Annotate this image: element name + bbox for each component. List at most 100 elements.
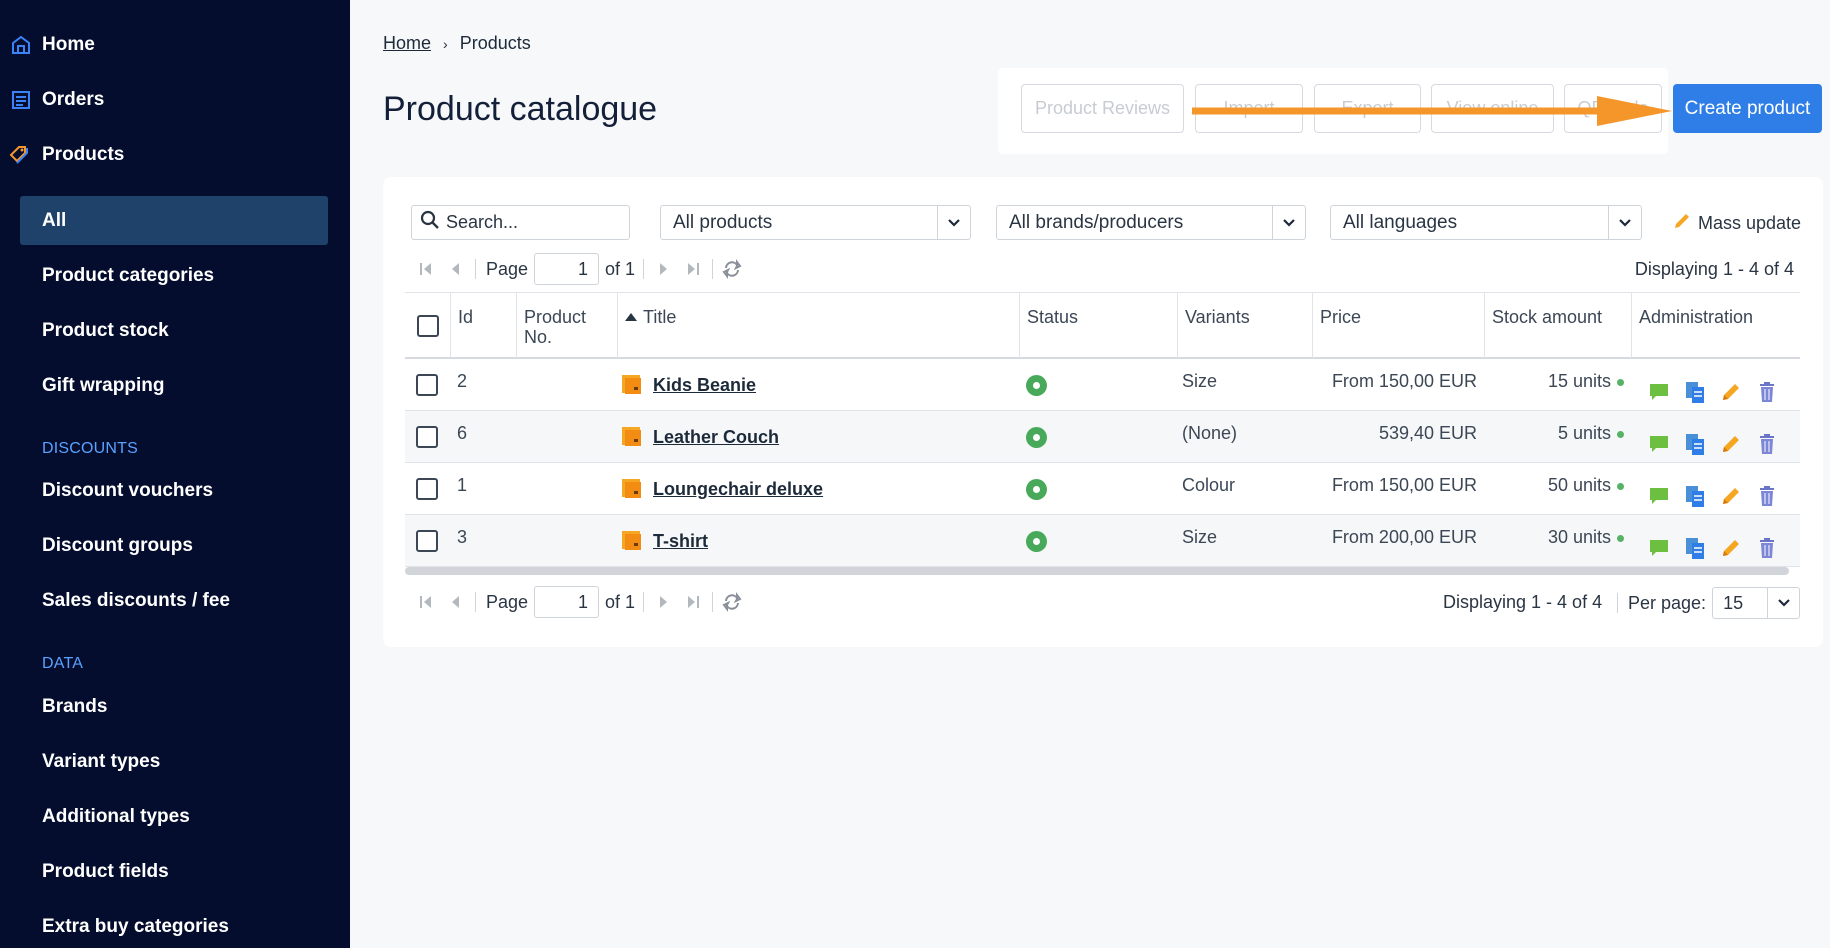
prev-page-icon[interactable] xyxy=(441,254,471,284)
next-page-icon[interactable] xyxy=(648,587,678,617)
product-box-icon xyxy=(620,372,644,401)
mass-update-button[interactable]: Mass update xyxy=(1672,211,1801,236)
next-page-icon[interactable] xyxy=(648,254,678,284)
stock-amount: 5 units xyxy=(1557,423,1611,443)
sidebar-item-all[interactable]: All xyxy=(20,196,328,245)
chevron-down-icon[interactable] xyxy=(1608,206,1641,239)
first-page-icon[interactable] xyxy=(411,254,441,284)
comment-icon[interactable] xyxy=(1648,432,1670,456)
col-variants[interactable]: Variants xyxy=(1177,293,1312,358)
product-title-link[interactable]: Kids Beanie xyxy=(653,372,756,396)
breadcrumb-home-link[interactable]: Home xyxy=(383,33,431,54)
trash-icon[interactable] xyxy=(1756,380,1778,404)
stock-status-icon xyxy=(1617,378,1624,386)
search-input[interactable]: Search... xyxy=(446,212,518,233)
col-id[interactable]: Id xyxy=(450,293,516,358)
copy-icon[interactable] xyxy=(1684,536,1706,560)
sidebar-item-extra-buy-categories[interactable]: Extra buy categories xyxy=(20,902,328,948)
page-input[interactable]: 1 xyxy=(534,586,600,618)
product-reviews-button[interactable]: Product Reviews xyxy=(1021,84,1184,133)
page-input[interactable]: 1 xyxy=(534,253,600,285)
table-row[interactable]: 3 T-shirt Size From 200,00 EUR 30 units xyxy=(405,515,1800,567)
sidebar-item-additional-types[interactable]: Additional types xyxy=(20,792,328,841)
sidebar-item-brands[interactable]: Brands xyxy=(20,682,328,731)
comment-icon[interactable] xyxy=(1648,536,1670,560)
edit-icon[interactable] xyxy=(1720,536,1742,560)
col-title-label: Title xyxy=(643,307,677,327)
create-product-button[interactable]: Create product xyxy=(1673,84,1822,133)
product-title-link[interactable]: Leather Couch xyxy=(653,424,779,448)
comment-icon[interactable] xyxy=(1648,484,1670,508)
col-product-no[interactable]: Product No. xyxy=(516,293,617,358)
chevron-down-icon[interactable] xyxy=(1272,206,1305,239)
select-all-checkbox[interactable] xyxy=(417,315,439,337)
search-field[interactable]: Search... xyxy=(411,205,630,240)
sidebar-item-variant-types[interactable]: Variant types xyxy=(20,737,328,786)
brand-filter-select[interactable]: All brands/producers xyxy=(996,205,1306,240)
comment-icon[interactable] xyxy=(1648,380,1670,404)
last-page-icon[interactable] xyxy=(678,254,708,284)
trash-icon[interactable] xyxy=(1756,536,1778,560)
cell-id: 3 xyxy=(457,527,468,547)
sidebar-item-sales-discounts[interactable]: Sales discounts / fee xyxy=(20,576,328,625)
cell-stock: 50 units xyxy=(1484,463,1624,515)
status-active-icon xyxy=(1026,375,1047,396)
row-checkbox[interactable] xyxy=(416,374,438,396)
sidebar-item-product-fields[interactable]: Product fields xyxy=(20,847,328,896)
first-page-icon[interactable] xyxy=(411,587,441,617)
sidebar-item-discount-vouchers[interactable]: Discount vouchers xyxy=(20,466,328,515)
cell-administration xyxy=(1648,463,1778,515)
refresh-icon[interactable] xyxy=(717,587,747,617)
product-table: Id Product No. Title Status Variants Pri… xyxy=(405,292,1800,575)
trash-icon[interactable] xyxy=(1756,432,1778,456)
col-price[interactable]: Price xyxy=(1312,293,1484,358)
prev-page-icon[interactable] xyxy=(441,587,471,617)
table-row[interactable]: 6 Leather Couch (None) 539,40 EUR 5 unit… xyxy=(405,411,1800,463)
trash-icon[interactable] xyxy=(1756,484,1778,508)
sidebar-item-product-stock[interactable]: Product stock xyxy=(20,306,328,355)
copy-icon[interactable] xyxy=(1684,380,1706,404)
language-filter-value: All languages xyxy=(1343,211,1458,233)
tag-icon xyxy=(8,142,34,168)
table-row[interactable]: 2 Kids Beanie Size From 150,00 EUR 15 un… xyxy=(405,359,1800,411)
select-all-cell xyxy=(405,293,450,358)
col-status[interactable]: Status xyxy=(1019,293,1177,358)
page-label: Page xyxy=(486,258,529,279)
edit-icon[interactable] xyxy=(1720,380,1742,404)
edit-icon[interactable] xyxy=(1720,432,1742,456)
language-filter-select[interactable]: All languages xyxy=(1330,205,1642,240)
sidebar-item-discount-groups[interactable]: Discount groups xyxy=(20,521,328,570)
status-active-icon xyxy=(1026,427,1047,448)
sidebar-item-product-categories[interactable]: Product categories xyxy=(20,251,328,300)
row-checkbox[interactable] xyxy=(416,530,438,552)
row-checkbox-cell xyxy=(416,515,438,567)
table-row[interactable]: 1 Loungechair deluxe Colour From 150,00 … xyxy=(405,463,1800,515)
col-stock[interactable]: Stock amount xyxy=(1484,293,1631,358)
displaying-count: Displaying 1 - 4 of 4 xyxy=(1634,259,1794,279)
chevron-down-icon[interactable] xyxy=(1767,588,1799,618)
per-page-select[interactable]: 15 xyxy=(1712,587,1801,619)
copy-icon[interactable] xyxy=(1684,432,1706,456)
chevron-down-icon[interactable] xyxy=(937,206,970,239)
edit-icon[interactable] xyxy=(1720,484,1742,508)
cell-administration xyxy=(1648,515,1778,567)
product-title-link[interactable]: T-shirt xyxy=(653,528,708,552)
row-checkbox-cell xyxy=(416,463,438,515)
row-checkbox[interactable] xyxy=(416,426,438,448)
product-filter-value: All products xyxy=(673,211,773,233)
copy-icon[interactable] xyxy=(1684,484,1706,508)
col-administration: Administration xyxy=(1631,293,1800,358)
cell-stock: 30 units xyxy=(1484,515,1624,567)
sidebar-item-gift-wrapping[interactable]: Gift wrapping xyxy=(20,361,328,410)
col-title[interactable]: Title xyxy=(617,293,1019,358)
product-title-link[interactable]: Loungechair deluxe xyxy=(653,476,823,500)
product-box-icon xyxy=(620,528,644,557)
horizontal-scrollbar[interactable] xyxy=(405,567,1789,575)
last-page-icon[interactable] xyxy=(678,587,708,617)
product-filter-select[interactable]: All products xyxy=(660,205,971,240)
breadcrumb-current: Products xyxy=(459,33,531,53)
status-active-icon xyxy=(1026,479,1047,500)
cell-id: 1 xyxy=(457,475,468,495)
row-checkbox[interactable] xyxy=(416,478,438,500)
refresh-icon[interactable] xyxy=(717,254,747,284)
